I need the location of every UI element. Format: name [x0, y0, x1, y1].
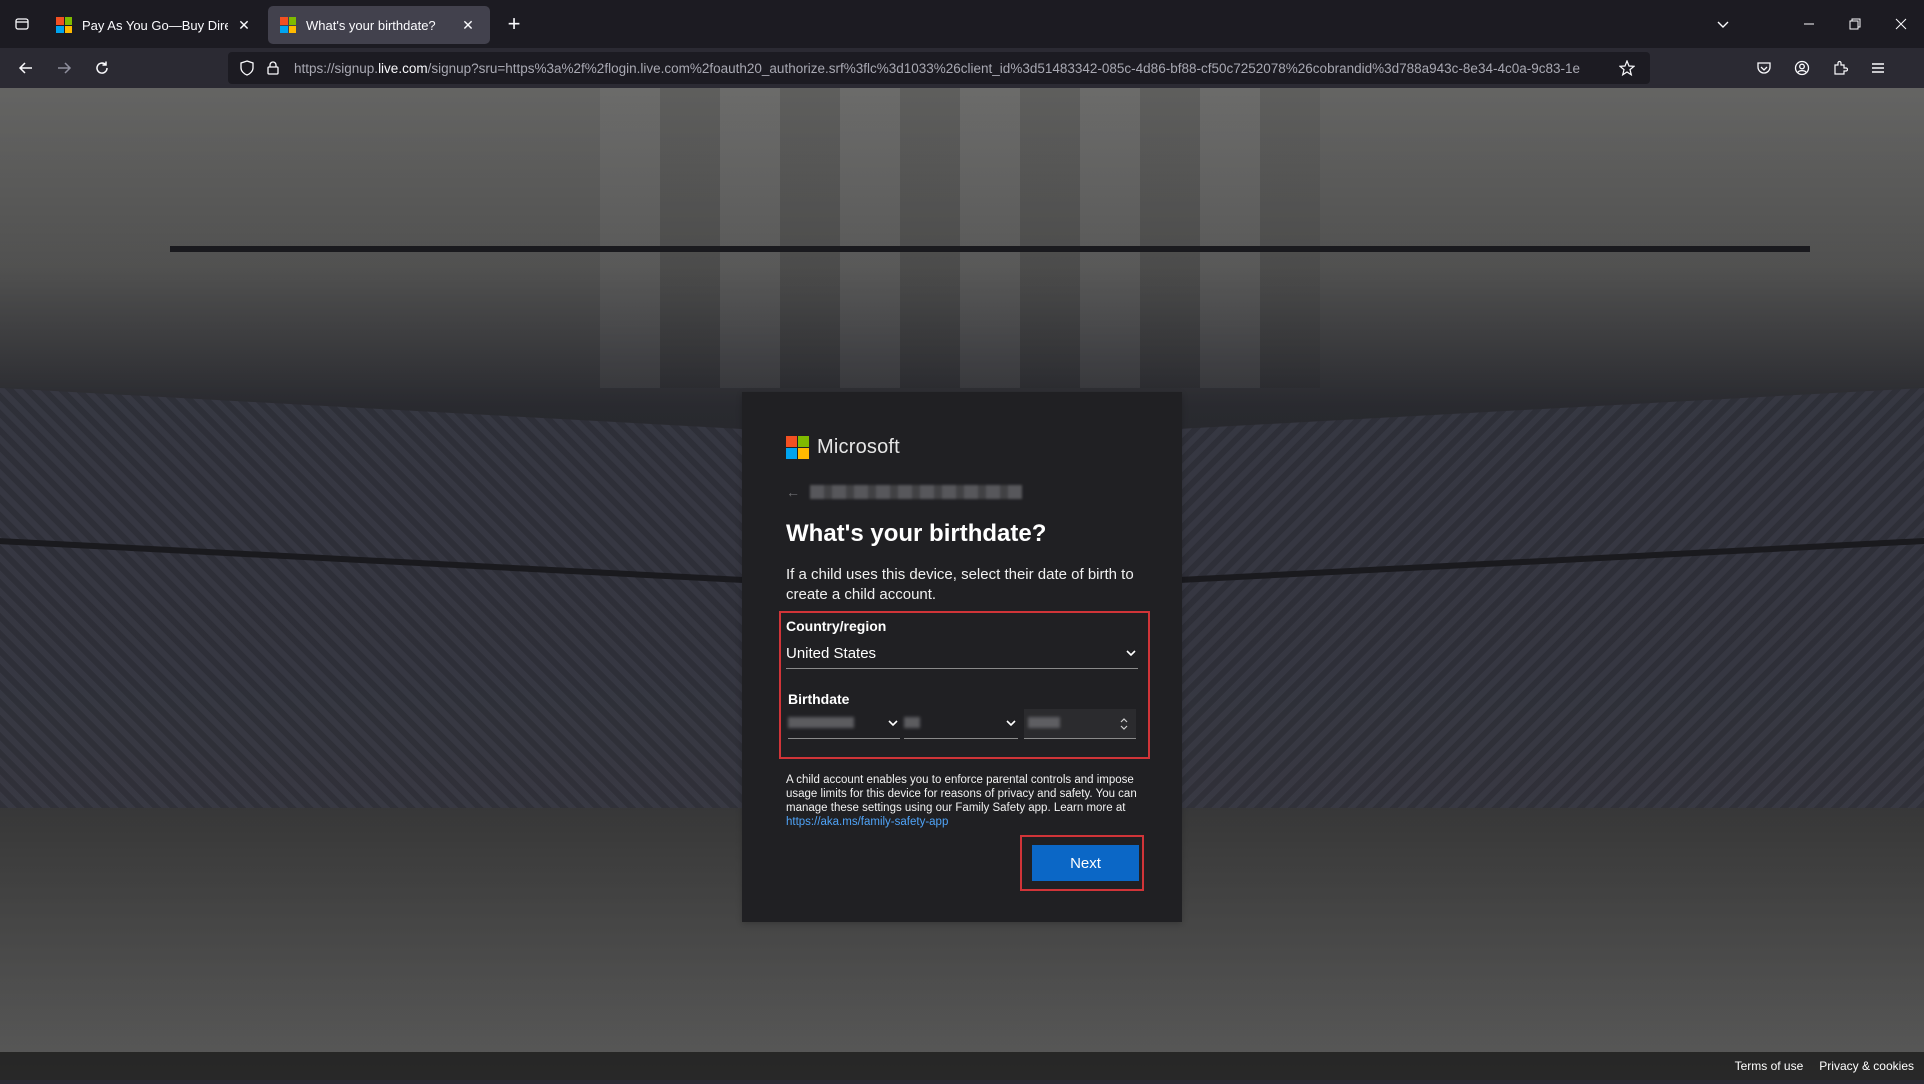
country-value: United States — [786, 645, 877, 662]
close-tab-icon[interactable]: ✕ — [458, 17, 478, 34]
family-safety-link[interactable]: https://aka.ms/family-safety-app — [786, 816, 948, 828]
tab-strip: Pay As You Go—Buy Directly | Mic ✕ What'… — [0, 0, 1924, 48]
redacted-email — [810, 485, 1022, 499]
chevron-down-icon — [886, 718, 900, 730]
bookmark-star-icon[interactable] — [1616, 57, 1638, 79]
microsoft-favicon-icon — [56, 17, 72, 33]
back-icon[interactable] — [8, 52, 44, 84]
next-button[interactable]: Next — [1032, 845, 1139, 881]
year-stepper-icon[interactable] — [1120, 717, 1128, 731]
identity-banner: ← — [786, 484, 1022, 500]
microsoft-logo-icon — [786, 436, 809, 459]
tab-overflow-chevron-icon[interactable] — [1700, 0, 1746, 48]
page-title: What's your birthdate? — [786, 520, 1047, 547]
new-tab-icon[interactable]: + — [496, 6, 532, 42]
microsoft-favicon-icon — [280, 17, 296, 33]
birthdate-label: Birthdate — [788, 691, 850, 707]
page-footer: Terms of use Privacy & cookies — [0, 1052, 1924, 1080]
chevron-down-icon — [1004, 718, 1018, 730]
redacted-day — [904, 717, 920, 728]
brand-name: Microsoft — [817, 436, 900, 458]
tracking-protection-shield-icon[interactable] — [236, 57, 258, 79]
background-photo — [600, 88, 1320, 388]
close-tab-icon[interactable]: ✕ — [234, 17, 254, 34]
extensions-icon[interactable] — [1822, 52, 1858, 84]
reload-icon[interactable] — [84, 52, 120, 84]
tab-title: What's your birthdate? — [306, 17, 436, 33]
tab-title: Pay As You Go—Buy Directly | Mic — [82, 17, 228, 33]
page-description: If a child uses this device, select thei… — [786, 566, 1134, 603]
signup-card: Microsoft ← What's your birthdate? If a … — [742, 392, 1182, 922]
minimize-icon[interactable] — [1786, 0, 1832, 48]
menu-hamburger-icon[interactable] — [1860, 52, 1896, 84]
lock-icon[interactable] — [262, 57, 284, 79]
terms-of-use-link[interactable]: Terms of use — [1735, 1059, 1804, 1073]
forward-icon[interactable] — [46, 52, 82, 84]
list-all-tabs-icon[interactable] — [0, 0, 44, 48]
privacy-cookies-link[interactable]: Privacy & cookies — [1819, 1059, 1914, 1073]
back-arrow-icon[interactable]: ← — [786, 484, 800, 500]
pocket-icon[interactable] — [1746, 52, 1782, 84]
birth-day-select[interactable] — [904, 709, 1018, 739]
redacted-year — [1028, 717, 1060, 728]
country-select[interactable]: United States — [786, 639, 1138, 669]
url-bar[interactable]: https://signup.live.com/signup?sru=https… — [228, 52, 1650, 84]
birth-month-select[interactable] — [788, 709, 900, 739]
close-window-icon[interactable] — [1878, 0, 1924, 48]
child-account-info: A child account enables you to enforce p… — [786, 774, 1137, 828]
account-icon[interactable] — [1784, 52, 1820, 84]
page-viewport: Microsoft ← What's your birthdate? If a … — [0, 88, 1924, 1084]
restore-icon[interactable] — [1832, 0, 1878, 48]
tab-whats-your-birthdate[interactable]: What's your birthdate? ✕ — [268, 6, 490, 44]
birth-year-input[interactable] — [1024, 709, 1136, 739]
redacted-month — [788, 717, 854, 728]
navigation-toolbar: https://signup.live.com/signup?sru=https… — [0, 48, 1924, 88]
url-text[interactable]: https://signup.live.com/signup?sru=https… — [294, 61, 1608, 76]
chevron-down-icon — [1124, 648, 1138, 660]
microsoft-logo: Microsoft — [786, 436, 900, 459]
tab-pay-as-you-go[interactable]: Pay As You Go—Buy Directly | Mic ✕ — [44, 6, 266, 44]
country-label: Country/region — [786, 618, 887, 634]
